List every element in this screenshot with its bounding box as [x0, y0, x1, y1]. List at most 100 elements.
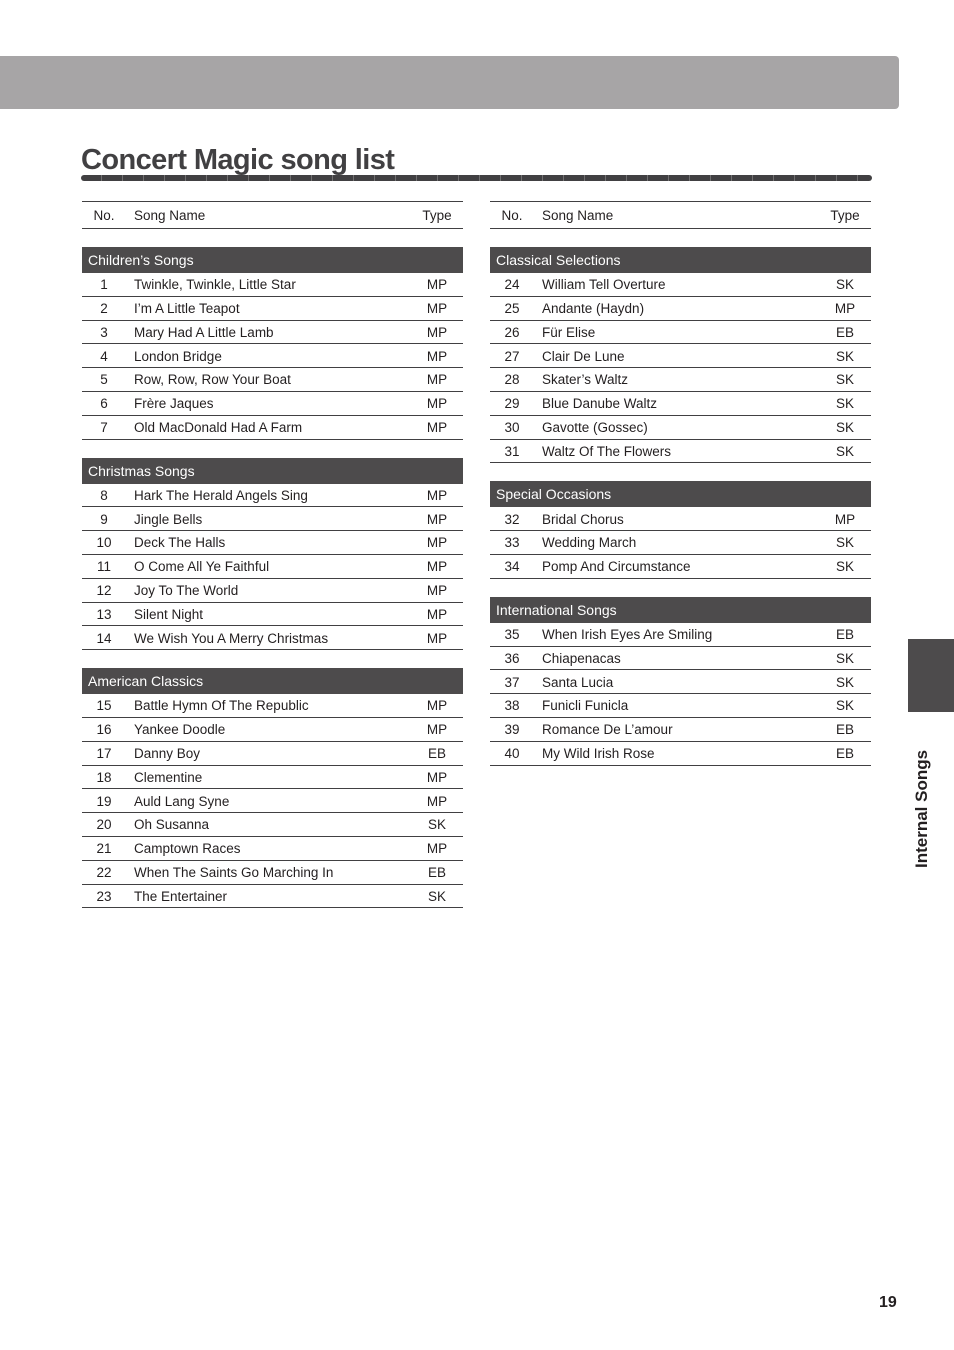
- song-type: MP: [426, 420, 448, 436]
- song-type: SK: [427, 888, 446, 904]
- song-name: I’m A Little Teapot: [134, 301, 240, 317]
- song-row: 25 Andante (Haydn) MP: [490, 298, 871, 321]
- song-type: MP: [426, 630, 448, 646]
- song-number: 25: [504, 301, 520, 317]
- song-type: MP: [834, 301, 856, 317]
- song-number: 6: [100, 396, 108, 412]
- song-number: 36: [504, 650, 520, 666]
- song-row: 15 Battle Hymn Of The Republic MP: [82, 695, 463, 718]
- song-type: SK: [835, 698, 854, 714]
- song-row: 32 Bridal Chorus MP: [490, 508, 871, 532]
- song-number: 8: [100, 487, 108, 503]
- song-category: Children’s Songs 1 Twinkle, Twinkle, Littl…: [82, 247, 463, 440]
- category-rows: 15 Battle Hymn Of The Republic MP 16 Yankee …: [82, 695, 463, 909]
- song-name: Gavotte (Gossec): [542, 420, 648, 436]
- song-type: MP: [426, 324, 448, 340]
- song-type: EB: [427, 865, 446, 881]
- song-row: 30 Gavotte (Gossec) SK: [490, 417, 871, 440]
- song-type: MP: [426, 277, 448, 293]
- song-type: SK: [835, 674, 854, 690]
- category-header: American Classics: [82, 668, 463, 695]
- song-type: SK: [835, 396, 854, 412]
- song-type: MP: [426, 698, 448, 714]
- song-row: 1 Twinkle, Twinkle, Little Star MP: [82, 274, 463, 297]
- song-name: Clair De Lune: [542, 348, 625, 364]
- song-name: Danny Boy: [134, 746, 201, 762]
- song-name: Oh Susanna: [134, 817, 210, 833]
- song-number: 40: [504, 746, 520, 762]
- song-row: 7 Old MacDonald Had A Farm MP: [82, 417, 463, 440]
- song-name: Wedding March: [542, 535, 637, 551]
- song-row: 35 When Irish Eyes Are Smiling EB: [490, 624, 871, 647]
- song-row: 27 Clair De Lune SK: [490, 345, 871, 369]
- header-band: [0, 56, 899, 109]
- song-row: 31 Waltz Of The Flowers SK: [490, 440, 871, 464]
- header-no: No.: [501, 207, 523, 223]
- song-row: 11 O Come All Ye Faithful MP: [82, 556, 463, 579]
- song-number: 32: [504, 511, 520, 527]
- category-rows: 35 When Irish Eyes Are Smiling EB 36 Chiapen…: [490, 624, 871, 766]
- song-type: SK: [835, 535, 854, 551]
- song-number: 2: [100, 301, 108, 317]
- song-name: Silent Night: [134, 606, 204, 622]
- song-number: 9: [100, 511, 108, 527]
- song-type: MP: [426, 511, 448, 527]
- song-name: Pomp And Circumstance: [542, 559, 691, 575]
- song-type: EB: [835, 746, 854, 762]
- song-row: 14 We Wish You A Merry Christmas MP: [82, 627, 463, 651]
- song-number: 14: [96, 630, 112, 646]
- song-name: Romance De L’amour: [542, 722, 673, 738]
- category-rows: 32 Bridal Chorus MP 33 Wedding March SK 34 Pomp…: [490, 508, 871, 579]
- category-header: Children’s Songs: [82, 247, 463, 273]
- song-number: 39: [504, 722, 520, 738]
- song-row: 18 Clementine MP: [82, 766, 463, 790]
- category-header: Christmas Songs: [82, 457, 463, 484]
- song-type: EB: [835, 324, 854, 340]
- song-row: 40 My Wild Irish Rose EB: [490, 743, 871, 766]
- song-row: 36 Chiapenacas SK: [490, 647, 871, 671]
- song-number: 18: [96, 769, 112, 785]
- header-song-name: Song Name: [542, 207, 614, 223]
- left-sections: Children’s Songs 1 Twinkle, Twinkle, Littl…: [82, 247, 463, 909]
- song-type: MP: [426, 372, 448, 388]
- song-row: 22 When The Saints Go Marching In EB: [82, 862, 463, 885]
- song-type: EB: [835, 722, 854, 738]
- song-row: 38 Funicli Funicla SK: [490, 695, 871, 718]
- song-number: 37: [504, 674, 520, 690]
- song-number: 28: [504, 372, 520, 388]
- song-row: 3 Mary Had A Little Lamb MP: [82, 321, 463, 345]
- song-name: Mary Had A Little Lamb: [134, 324, 274, 340]
- song-number: 21: [96, 841, 112, 857]
- song-type: MP: [426, 606, 448, 622]
- song-name: The Entertainer: [134, 888, 228, 904]
- song-name: Für Elise: [542, 324, 596, 340]
- table-header: No. Song Name Type: [82, 201, 463, 229]
- song-type: SK: [835, 559, 854, 575]
- song-row: 5 Row, Row, Row Your Boat MP: [82, 369, 463, 392]
- song-name: We Wish You A Merry Christmas: [134, 630, 329, 646]
- chapter-label: Internal Songs: [912, 749, 931, 868]
- song-number: 34: [504, 559, 520, 575]
- song-row: 4 London Bridge MP: [82, 345, 463, 369]
- header-song-name: Song Name: [134, 207, 206, 223]
- song-row: 37 Santa Lucia SK: [490, 671, 871, 695]
- song-name: Old MacDonald Had A Farm: [134, 420, 303, 436]
- chapter-tab: [908, 639, 954, 712]
- song-type: SK: [835, 650, 854, 666]
- song-name: Santa Lucia: [542, 674, 614, 690]
- song-name: Row, Row, Row Your Boat: [134, 372, 291, 388]
- category-rows: 24 William Tell Overture SK 25 Andante (Hayd…: [490, 274, 871, 464]
- song-number: 19: [96, 793, 112, 809]
- song-name: Joy To The World: [134, 583, 239, 599]
- song-type: SK: [835, 277, 854, 293]
- song-number: 20: [96, 817, 112, 833]
- song-number: 3: [100, 324, 108, 340]
- song-category: Classical Selections 24 William Tell Overt…: [490, 247, 871, 464]
- song-type: MP: [426, 769, 448, 785]
- category-header: International Songs: [490, 596, 871, 623]
- song-number: 1: [100, 277, 108, 293]
- song-type: SK: [835, 420, 854, 436]
- song-name: William Tell Overture: [542, 277, 666, 293]
- song-number: 33: [504, 535, 520, 551]
- table-header: No. Song Name Type: [490, 201, 871, 229]
